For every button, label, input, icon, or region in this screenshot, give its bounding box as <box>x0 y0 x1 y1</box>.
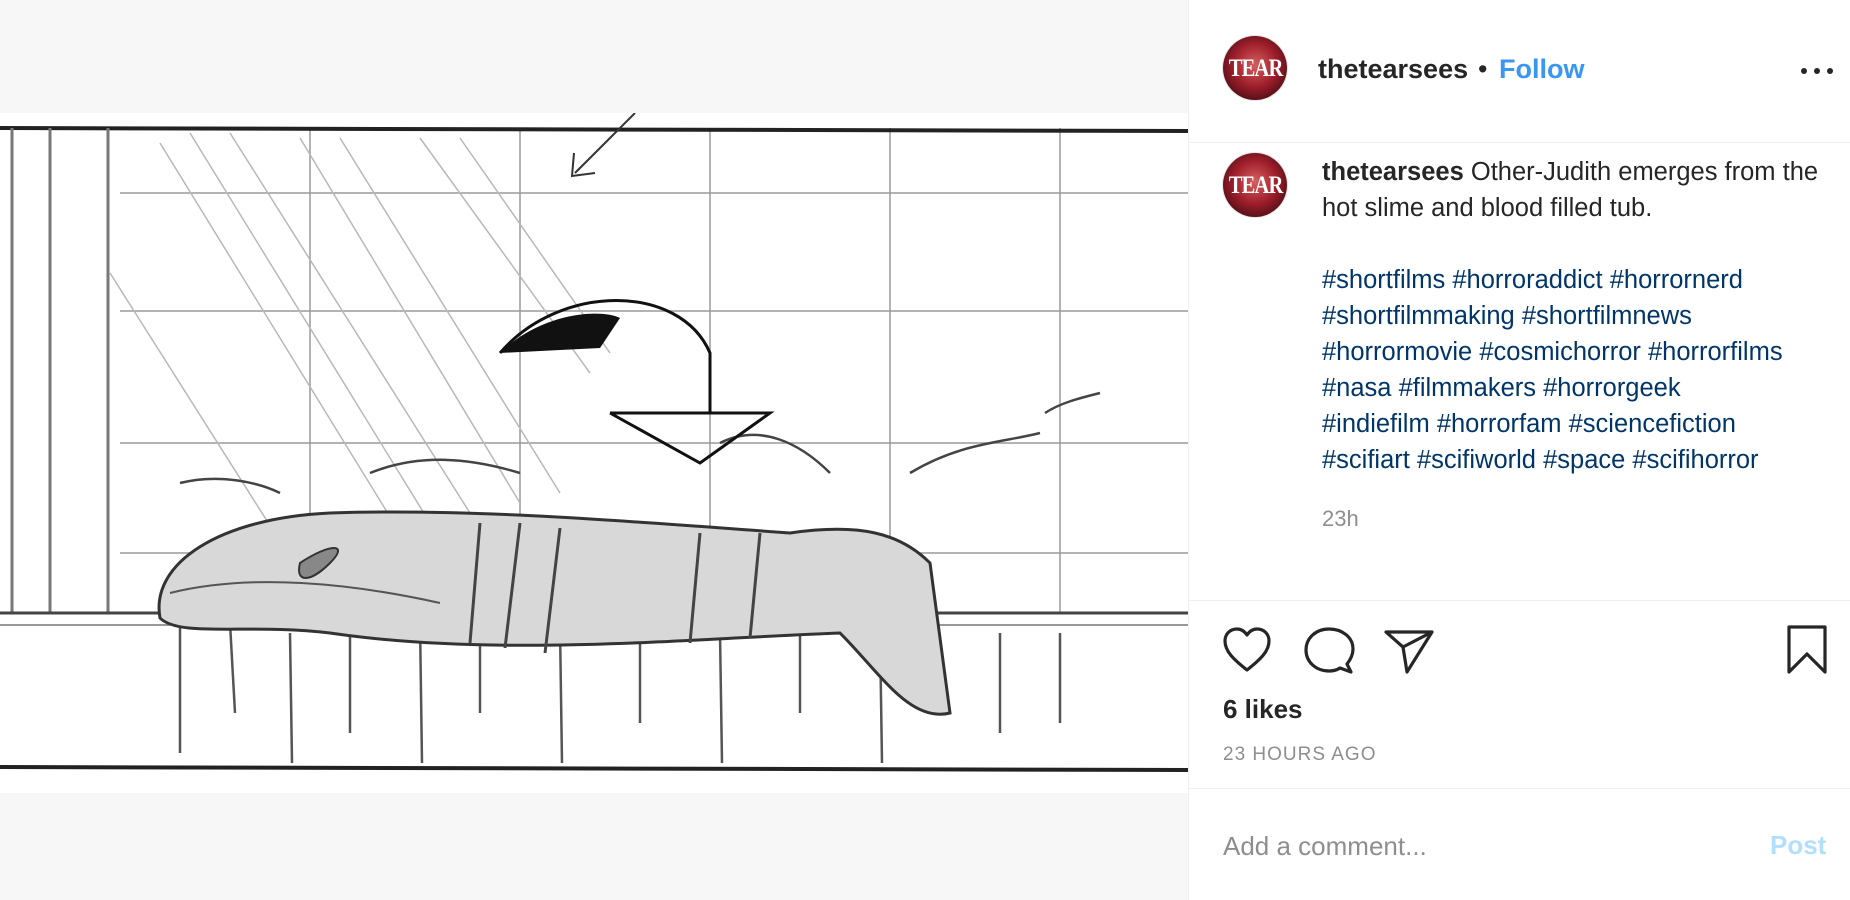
bookmark-icon[interactable] <box>1785 624 1829 676</box>
hashtag-link[interactable]: #shortfilmnews <box>1522 302 1692 330</box>
share-icon[interactable] <box>1383 628 1435 674</box>
header-username[interactable]: thetearsees <box>1318 54 1468 85</box>
hashtag-line: #scifiart #scifiworld #space #scifihorro… <box>1322 442 1842 478</box>
hashtag-link[interactable]: #space <box>1543 446 1625 474</box>
hashtag-link[interactable]: #horroraddict <box>1452 266 1602 294</box>
header-avatar[interactable]: TEAR <box>1223 36 1287 100</box>
hashtag-link[interactable]: #horrornerd <box>1610 266 1743 294</box>
hashtag-link[interactable]: #shortfilms <box>1322 266 1445 294</box>
post-comment-button[interactable]: Post <box>1770 830 1826 861</box>
hashtag-link[interactable]: #filmmakers <box>1399 374 1536 402</box>
hashtag-link[interactable]: #horrorfilms <box>1648 338 1783 366</box>
hashtag-link[interactable]: #nasa <box>1322 374 1391 402</box>
caption-avatar[interactable]: TEAR <box>1223 153 1287 217</box>
comment-divider <box>1189 788 1850 789</box>
hashtag-link[interactable]: #horrorfam <box>1437 410 1562 438</box>
caption-username[interactable]: thetearsees <box>1322 158 1464 186</box>
post-image[interactable] <box>0 0 1188 900</box>
hashtag-link[interactable]: #indiefilm <box>1322 410 1430 438</box>
follow-button[interactable]: Follow <box>1499 54 1584 85</box>
heart-icon[interactable] <box>1221 626 1273 674</box>
hashtag-line: #indiefilm #horrorfam #sciencefiction <box>1322 406 1842 442</box>
caption-time: 23h <box>1322 506 1359 531</box>
comment-input[interactable] <box>1223 826 1743 866</box>
post-side-panel: TEAR thetearsees • Follow TEAR thetearse… <box>1188 0 1850 900</box>
hashtag-list: #shortfilms #horroraddict #horrornerd #sh… <box>1322 262 1842 478</box>
hashtag-link[interactable]: #cosmichorror <box>1479 338 1641 366</box>
caption: thetearsees Other-Judith emerges from th… <box>1322 154 1842 226</box>
hashtag-link[interactable]: #scifiart <box>1322 446 1410 474</box>
header-separator-dot: • <box>1478 54 1488 84</box>
caption-avatar-logo-text: TEAR <box>1228 172 1284 199</box>
hashtag-link[interactable]: #horrorgeek <box>1543 374 1681 402</box>
hashtag-line: #shortfilmmaking #shortfilmnews <box>1322 298 1842 334</box>
hashtag-line: #nasa #filmmakers #horrorgeek <box>1322 370 1842 406</box>
storyboard-sketch <box>0 113 1188 793</box>
likes-count[interactable]: 6 likes <box>1223 694 1303 725</box>
hashtag-link[interactable]: #scifiworld <box>1417 446 1536 474</box>
hashtag-link[interactable]: #scifihorror <box>1632 446 1758 474</box>
hashtag-link[interactable]: #shortfilmmaking <box>1322 302 1515 330</box>
more-options-icon[interactable] <box>1799 60 1835 80</box>
comment-icon[interactable] <box>1303 626 1355 676</box>
header-divider <box>1189 142 1850 143</box>
avatar-logo-text: TEAR <box>1228 55 1284 82</box>
hashtag-line: #horrormovie #cosmichorror #horrorfilms <box>1322 334 1842 370</box>
hashtag-line: #shortfilms #horroraddict #horrornerd <box>1322 262 1842 298</box>
hashtag-link[interactable]: #horrormovie <box>1322 338 1472 366</box>
hashtag-link[interactable]: #sciencefiction <box>1569 410 1736 438</box>
post-date: 23 HOURS AGO <box>1223 744 1377 765</box>
actions-divider <box>1189 600 1850 601</box>
